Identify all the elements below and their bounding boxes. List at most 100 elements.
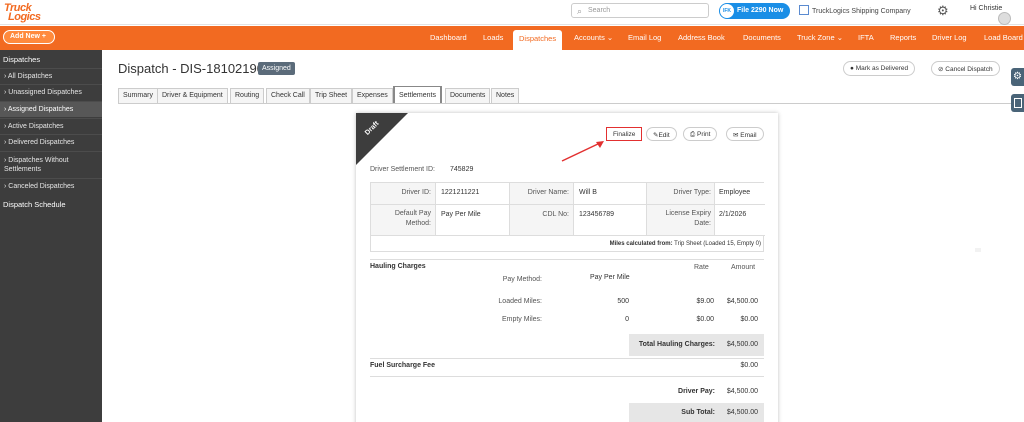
divider bbox=[370, 259, 764, 260]
nav-email-log[interactable]: Email Log bbox=[628, 33, 661, 42]
file2290-logo-icon: IFK bbox=[720, 4, 734, 18]
sidebar-item-label: Unassigned Dispatches bbox=[8, 89, 82, 96]
driver-id-value: 1221211221 bbox=[441, 189, 480, 196]
user-greeting[interactable]: Hi Christie bbox=[970, 5, 1002, 12]
sidebar-item-label: Delivered Dispatches bbox=[8, 139, 75, 146]
nav-ifta[interactable]: IFTA bbox=[858, 33, 874, 42]
draft-ribbon: Draft bbox=[356, 113, 408, 165]
avatar[interactable] bbox=[998, 12, 1011, 25]
trucklogics-logo[interactable]: Truck Logics bbox=[4, 2, 56, 23]
empty-amount: $0.00 bbox=[740, 316, 758, 323]
driver-name-label: Driver Name: bbox=[527, 189, 569, 196]
settlement-id-value: 745829 bbox=[450, 166, 474, 173]
nav-reports[interactable]: Reports bbox=[890, 33, 916, 42]
driver-name-value: Will B bbox=[579, 189, 597, 196]
rate-column-header: Rate bbox=[694, 264, 709, 271]
pay-method-row-value: Pay Per Mile bbox=[590, 274, 630, 281]
nav-loads[interactable]: Loads bbox=[483, 33, 503, 42]
search-icon: ⌕ bbox=[577, 6, 583, 16]
tab-notes[interactable]: Notes bbox=[491, 88, 520, 103]
sidebar-item-delivered[interactable]: › Delivered Dispatches bbox=[0, 134, 102, 150]
tab-expenses[interactable]: Expenses bbox=[352, 88, 393, 103]
finalize-button[interactable]: Finalize bbox=[606, 127, 643, 141]
sidebar-item-active[interactable]: › Active Dispatches bbox=[0, 118, 102, 134]
document-icon[interactable] bbox=[1011, 94, 1024, 112]
fuel-surcharge-amount: $0.00 bbox=[740, 362, 758, 369]
cancel-dispatch-button[interactable]: ⊘ Cancel Dispatch bbox=[931, 61, 1000, 76]
company-name: TruckLogics Shipping Company bbox=[812, 8, 911, 15]
divider bbox=[370, 358, 764, 359]
sidebar-item-unassigned[interactable]: › Unassigned Dispatches bbox=[0, 84, 102, 100]
search-input[interactable]: ⌕ Search bbox=[571, 3, 709, 18]
cdl-value: 123456789 bbox=[579, 211, 615, 218]
driver-pay-value: $4,500.00 bbox=[726, 388, 758, 395]
nav-dispatches[interactable]: Dispatches bbox=[513, 30, 563, 50]
nav-accounts[interactable]: Accounts ⌄ bbox=[574, 33, 613, 42]
nav-address-book[interactable]: Address Book bbox=[678, 33, 725, 42]
nav-driver-log[interactable]: Driver Log bbox=[932, 33, 967, 42]
amount-column-header: Amount bbox=[731, 264, 756, 271]
nav-documents[interactable]: Documents bbox=[743, 33, 781, 42]
search-placeholder: Search bbox=[588, 7, 611, 14]
top-header: Truck Logics ⌕ Search IFK File 2290 Now … bbox=[0, 0, 1024, 25]
edit-button[interactable]: ✎Edit bbox=[646, 127, 677, 141]
pay-method-row-label: Pay Method: bbox=[502, 276, 542, 283]
divider bbox=[370, 376, 764, 377]
driver-type-label: Driver Type: bbox=[673, 189, 711, 196]
print-label: Print bbox=[697, 131, 711, 138]
nav-truck-zone[interactable]: Truck Zone ⌄ bbox=[797, 33, 843, 42]
tab-routing[interactable]: Routing bbox=[230, 88, 265, 103]
check-circle-icon: ● bbox=[850, 65, 854, 72]
tab-driver-equipment[interactable]: Driver & Equipment bbox=[157, 88, 228, 103]
empty-rate: $0.00 bbox=[696, 316, 714, 323]
pay-method-label-1: Default Pay bbox=[394, 210, 431, 217]
sidebar-item-label: Dispatches Without Settlements bbox=[4, 157, 69, 173]
sidebar-item-without-settlements[interactable]: › Dispatches Without Settlements bbox=[0, 151, 102, 178]
loaded-miles-value: 500 bbox=[617, 298, 629, 305]
email-button[interactable]: ✉ Email bbox=[726, 127, 764, 141]
file2290-label: File 2290 Now bbox=[737, 7, 784, 14]
company-selector[interactable]: TruckLogics Shipping Company bbox=[799, 5, 911, 15]
print-button[interactable]: ⎙ Print bbox=[683, 127, 718, 141]
cancel-icon: ⊘ bbox=[938, 66, 944, 73]
driver-pay-label: Driver Pay: bbox=[678, 388, 715, 395]
tab-summary[interactable]: Summary bbox=[118, 88, 158, 103]
pay-method-label-2: Method: bbox=[405, 220, 431, 227]
license-label-1: License Expiry bbox=[665, 210, 711, 217]
tab-documents[interactable]: Documents bbox=[445, 88, 491, 103]
subtotal-value: $4,500.00 bbox=[726, 409, 758, 416]
loaded-miles-label: Loaded Miles: bbox=[498, 298, 542, 305]
sidebar-item-label: Active Dispatches bbox=[7, 123, 64, 130]
miles-calculated: Miles calculated from: Trip Sheet (Loade… bbox=[521, 241, 761, 247]
cdl-label: CDL No: bbox=[542, 211, 569, 218]
add-new-button[interactable]: Add New + bbox=[3, 30, 55, 44]
miles-calc-value: Trip Sheet (Loaded 15, Empty 0) bbox=[674, 241, 761, 247]
sidebar-item-label: Canceled Dispatches bbox=[8, 183, 75, 190]
status-badge: Assigned bbox=[258, 62, 295, 75]
file-2290-button[interactable]: IFK File 2290 Now bbox=[719, 3, 790, 19]
sidebar-dispatch-schedule[interactable]: Dispatch Schedule bbox=[3, 200, 66, 209]
logo-line2: Logics bbox=[8, 11, 41, 23]
gear-icon[interactable]: ⚙ bbox=[937, 3, 949, 19]
sidebar-item-all-dispatches[interactable]: › All Dispatches bbox=[0, 68, 102, 84]
empty-miles-label: Empty Miles: bbox=[501, 316, 542, 323]
sidebar-item-assigned[interactable]: › Assigned Dispatches bbox=[0, 101, 102, 117]
empty-miles-value: 0 bbox=[625, 316, 629, 323]
fuel-surcharge-label: Fuel Surcharge Fee bbox=[370, 362, 435, 369]
sidebar-item-canceled[interactable]: › Canceled Dispatches bbox=[0, 178, 102, 194]
add-new-label: Add New + bbox=[10, 33, 46, 40]
ghost-tooltip bbox=[975, 248, 981, 252]
tab-check-call[interactable]: Check Call bbox=[266, 88, 310, 103]
nav-load-board[interactable]: Load Board bbox=[984, 33, 1023, 42]
driver-info-box: Driver ID: 1221211221 Driver Name: Will … bbox=[370, 182, 765, 252]
nav-dashboard[interactable]: Dashboard bbox=[430, 33, 467, 42]
tab-trip-sheet[interactable]: Trip Sheet bbox=[310, 88, 353, 103]
settings-gear-icon[interactable]: ⚙ bbox=[1011, 68, 1024, 86]
building-icon bbox=[799, 5, 809, 15]
mark-delivered-button[interactable]: ● Mark as Delivered bbox=[843, 61, 916, 76]
tab-settlements[interactable]: Settlements bbox=[393, 86, 442, 104]
subtotal-label: Sub Total: bbox=[681, 409, 715, 416]
loaded-amount: $4,500.00 bbox=[726, 298, 758, 305]
settlement-id-label: Driver Settlement ID: bbox=[370, 166, 435, 173]
main-nav: Add New + Dashboard Loads Dispatches Acc… bbox=[0, 26, 1024, 50]
